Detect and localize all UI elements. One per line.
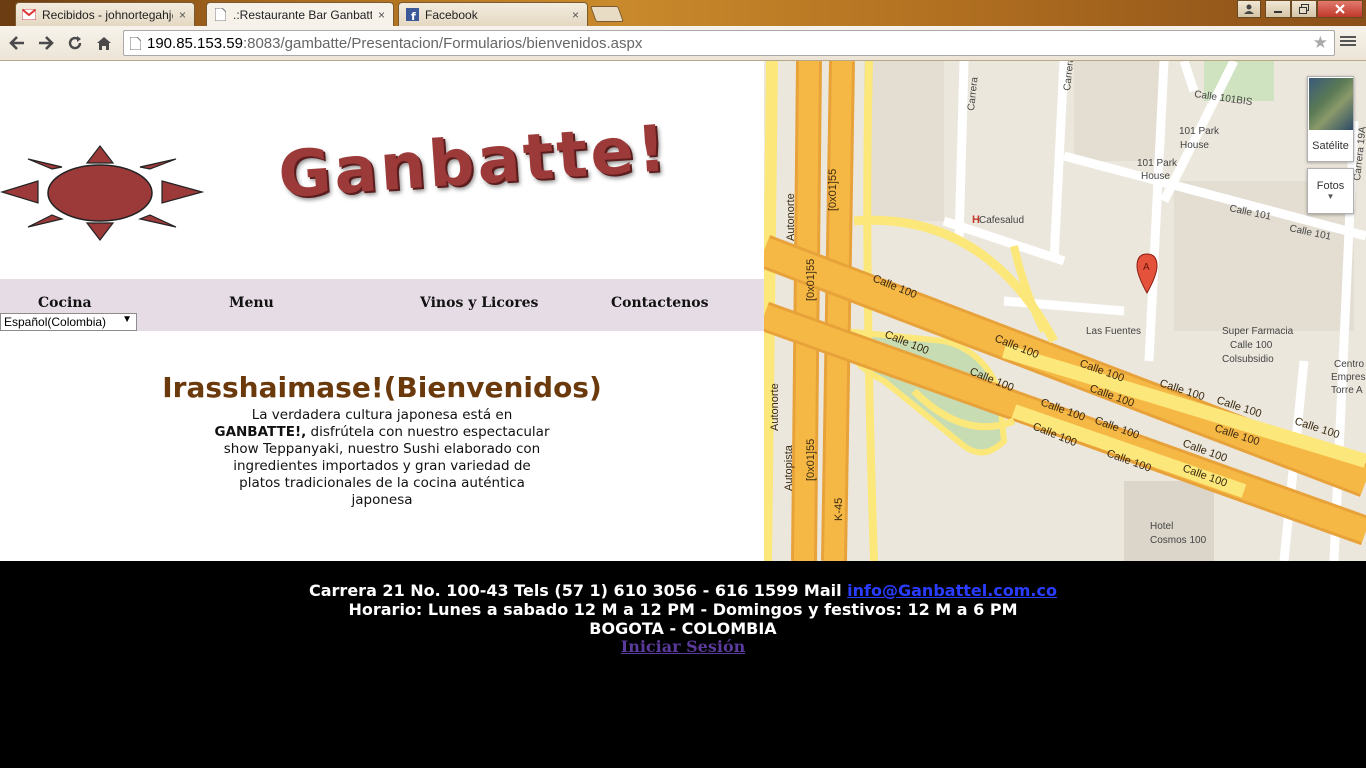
map-label: [0x01]55 bbox=[805, 259, 817, 301]
browser-chrome: Recibidos - johnortegahj@ × .:Restaurant… bbox=[0, 0, 1366, 61]
gmail-icon bbox=[22, 8, 36, 22]
nav-contactenos[interactable]: Contactenos bbox=[611, 295, 709, 311]
menu-icon[interactable] bbox=[1340, 34, 1356, 50]
map-label: Centro bbox=[1334, 359, 1364, 370]
google-map[interactable]: Calle 100 Calle 100 Calle 100 Calle 100 … bbox=[764, 61, 1366, 561]
welcome-brand-bold: GANBATTE!, bbox=[214, 424, 307, 440]
back-icon[interactable] bbox=[6, 32, 28, 54]
tab-title: .:Restaurante Bar Ganbatte bbox=[233, 7, 372, 22]
satellite-label: Satélite bbox=[1312, 140, 1349, 152]
photos-label: Fotos bbox=[1316, 180, 1345, 192]
tab-gmail[interactable]: Recibidos - johnortegahj@ × bbox=[15, 2, 195, 26]
welcome-text-line1: La verdadera cultura japonesa está en bbox=[251, 407, 513, 423]
restore-icon[interactable] bbox=[1291, 0, 1317, 18]
reload-icon[interactable] bbox=[64, 32, 86, 54]
footer-hours: Horario: Lunes a sabado 12 M a 12 PM - D… bbox=[348, 600, 1018, 619]
footer-city: BOGOTA - COLOMBIA bbox=[589, 619, 777, 638]
header-banner: Ganbatte! bbox=[0, 61, 764, 279]
tab-title: Recibidos - johnortegahj@ bbox=[42, 7, 173, 22]
new-tab-button[interactable] bbox=[590, 6, 624, 22]
photos-button[interactable]: Fotos ▼ bbox=[1307, 168, 1354, 214]
tab-facebook[interactable]: f Facebook × bbox=[398, 2, 588, 26]
map-canvas: Calle 100 Calle 100 Calle 100 Calle 100 … bbox=[764, 61, 1366, 561]
map-label: Autonorte bbox=[769, 383, 781, 431]
footer-address-text: Carrera 21 No. 100-43 Tels (57 1) 610 30… bbox=[309, 581, 848, 600]
nav-menu[interactable]: Menu bbox=[229, 295, 274, 311]
map-label: Cosmos 100 bbox=[1150, 535, 1207, 546]
satellite-button[interactable]: Satélite bbox=[1307, 76, 1354, 162]
map-label: Calle 100 bbox=[1230, 340, 1273, 351]
left-column: Ganbatte! Cocina Menu Vinos y Licores Co… bbox=[0, 61, 764, 561]
tab-close-icon[interactable]: × bbox=[378, 8, 385, 22]
map-label: Autopista bbox=[783, 444, 795, 491]
footer-email-link[interactable]: info@Ganbattel.com.co bbox=[847, 581, 1057, 600]
tab-close-icon[interactable]: × bbox=[179, 8, 186, 22]
language-select[interactable]: Español(Colombia) ▼ bbox=[0, 313, 137, 331]
footer: Carrera 21 No. 100-43 Tels (57 1) 610 30… bbox=[0, 561, 1366, 768]
map-label: House bbox=[1141, 171, 1170, 182]
tab-close-icon[interactable]: × bbox=[572, 8, 579, 22]
page-icon bbox=[130, 36, 141, 50]
map-label: 101 Park bbox=[1137, 158, 1178, 169]
url-path: :8083/gambatte/Presentacion/Formularios/… bbox=[242, 34, 643, 52]
map-label: Torre A bbox=[1331, 385, 1363, 396]
tab-strip: Recibidos - johnortegahj@ × .:Restaurant… bbox=[0, 0, 1366, 26]
facebook-icon: f bbox=[405, 8, 419, 22]
page-icon bbox=[213, 8, 227, 22]
map-label: 101 Park bbox=[1179, 126, 1220, 137]
welcome-description: La verdadera cultura japonesa está en GA… bbox=[212, 407, 552, 509]
minimize-icon[interactable] bbox=[1265, 0, 1291, 18]
login-link[interactable]: Iniciar Sesión bbox=[0, 637, 1366, 656]
map-label: Super Farmacia bbox=[1222, 326, 1294, 337]
map-label: Cafesalud bbox=[979, 215, 1024, 226]
footer-address: Carrera 21 No. 100-43 Tels (57 1) 610 30… bbox=[0, 581, 1366, 600]
map-label: [0x01]55 bbox=[805, 439, 817, 481]
nav-vinos-licores[interactable]: Vinos y Licores bbox=[420, 295, 538, 311]
nav-cocina[interactable]: Cocina bbox=[38, 295, 92, 311]
main-nav: Cocina Menu Vinos y Licores Contactenos … bbox=[0, 279, 764, 331]
hospital-icon: H bbox=[972, 214, 980, 226]
home-icon[interactable] bbox=[93, 32, 115, 54]
browser-toolbar: 190.85.153.59:8083/gambatte/Presentacion… bbox=[0, 26, 1366, 61]
welcome-section: Irasshaimase!(Bienvenidos) La verdadera … bbox=[0, 331, 764, 561]
map-label: Las Fuentes bbox=[1086, 326, 1141, 337]
chevron-down-icon: ▼ bbox=[1326, 192, 1335, 201]
brand-logo-text[interactable]: Ganbatte! bbox=[276, 106, 752, 239]
tab-title: Facebook bbox=[425, 7, 478, 22]
address-bar[interactable]: 190.85.153.59:8083/gambatte/Presentacion… bbox=[123, 30, 1335, 56]
satellite-thumbnail-icon bbox=[1308, 78, 1353, 130]
welcome-title: Irasshaimase!(Bienvenidos) bbox=[162, 371, 602, 404]
dropdown-arrow-icon: ▼ bbox=[122, 314, 132, 325]
url-host: 190.85.153.59 bbox=[147, 34, 243, 52]
tab-ganbatte[interactable]: .:Restaurante Bar Ganbatte × bbox=[206, 2, 394, 26]
forward-icon[interactable] bbox=[35, 32, 57, 54]
bookmark-star-icon[interactable]: ★ bbox=[1313, 33, 1328, 53]
map-label: Empresar bbox=[1331, 372, 1366, 383]
map-label: [0x01]55 bbox=[827, 169, 839, 211]
map-label: K-45 bbox=[833, 498, 845, 521]
sun-logo-icon bbox=[0, 145, 204, 241]
map-label: Autonorte bbox=[785, 193, 797, 241]
page-content: Ganbatte! Cocina Menu Vinos y Licores Co… bbox=[0, 61, 1366, 768]
map-label: Hotel bbox=[1150, 521, 1173, 532]
map-label: Colsubsidio bbox=[1222, 354, 1274, 365]
map-label: House bbox=[1180, 140, 1209, 151]
user-icon[interactable] bbox=[1237, 0, 1261, 18]
close-window-icon[interactable] bbox=[1317, 0, 1363, 18]
svg-text:f: f bbox=[411, 10, 416, 21]
marker-label: A bbox=[1143, 262, 1150, 273]
language-selected-value: Español(Colombia) bbox=[4, 315, 107, 329]
